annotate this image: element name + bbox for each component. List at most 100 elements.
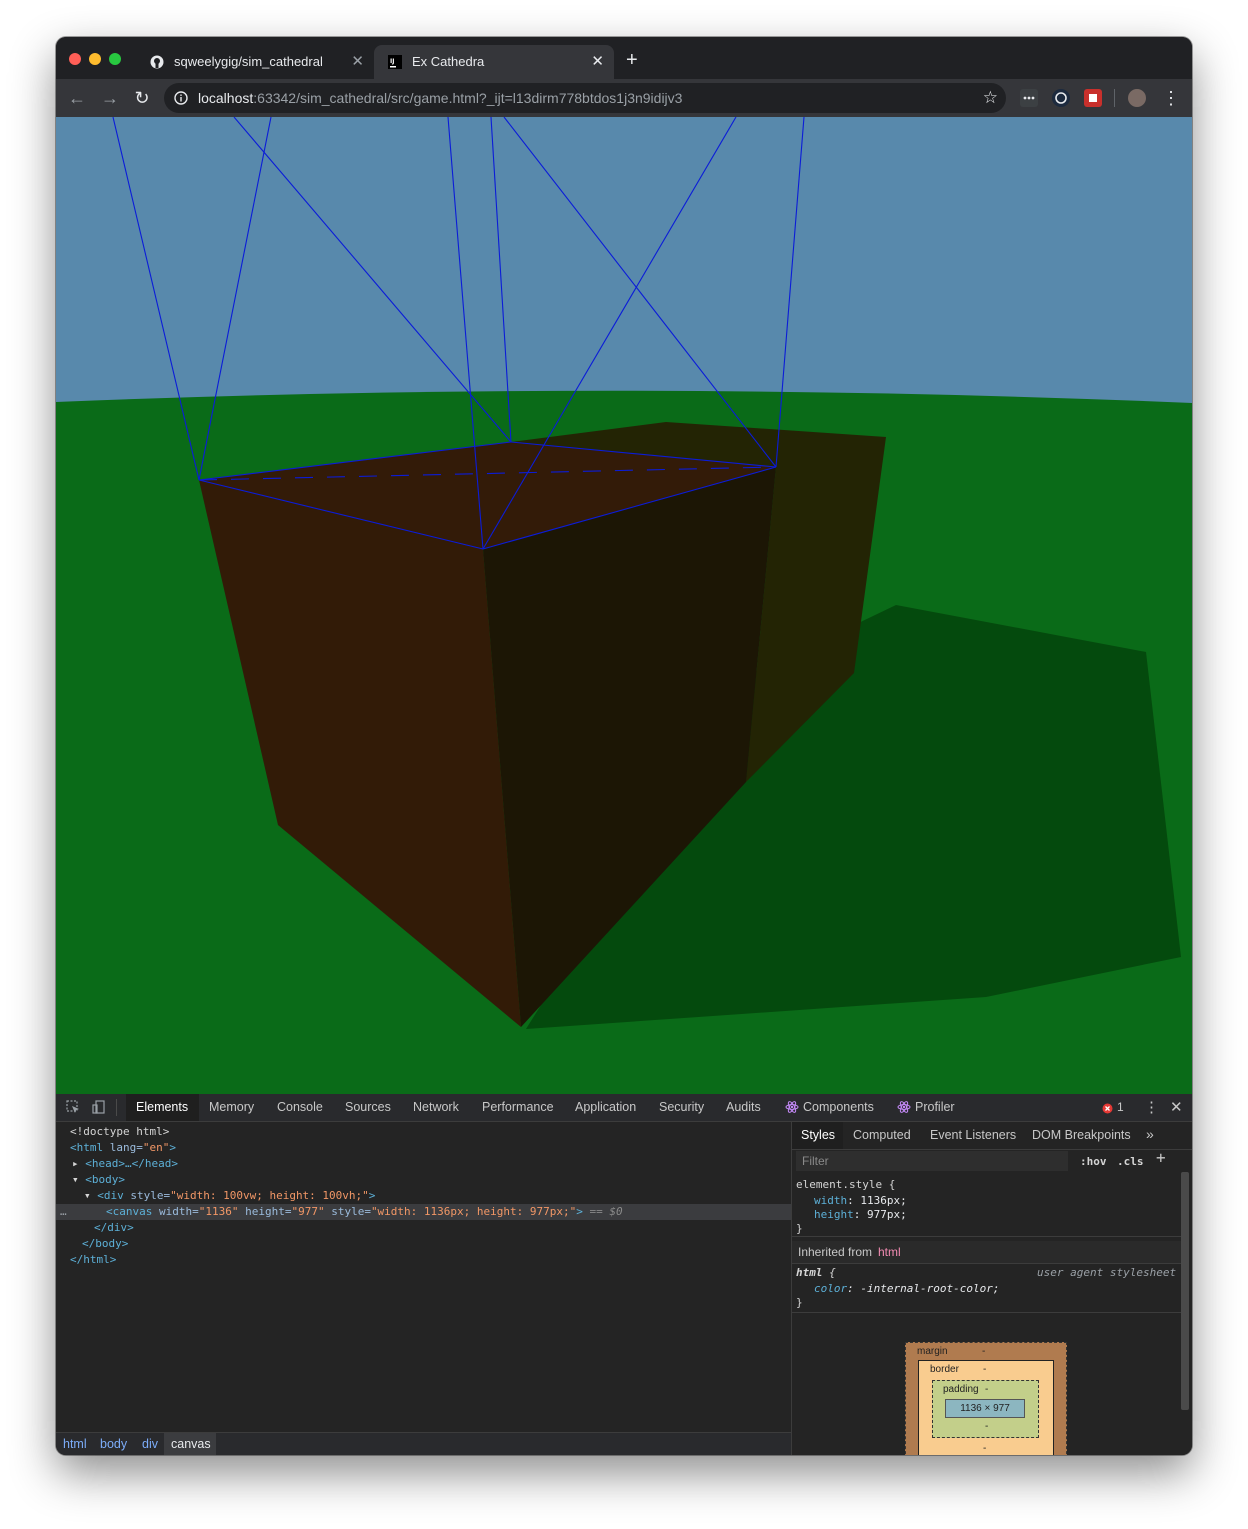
close-brace: } <box>796 1222 803 1235</box>
tab-close-icon[interactable]: ✕ <box>591 52 604 70</box>
dom-html-close[interactable]: </html> <box>70 1252 116 1268</box>
add-rule-icon[interactable]: + <box>1156 1150 1166 1166</box>
styles-filter-input[interactable]: Filter <box>796 1151 1068 1171</box>
tab-performance[interactable]: Performance <box>482 1100 554 1114</box>
game-canvas[interactable] <box>56 117 1192 1094</box>
inherited-from-header: Inherited from html <box>792 1241 1182 1263</box>
devtools-close-icon[interactable]: ✕ <box>1170 1098 1183 1116</box>
tab-title: Ex Cathedra <box>412 54 485 69</box>
style-declaration[interactable]: width: 1136px; <box>814 1194 907 1208</box>
tab-audits[interactable]: Audits <box>726 1100 761 1114</box>
tab-event-listeners[interactable]: Event Listeners <box>930 1128 1016 1142</box>
tab-application[interactable]: Application <box>575 1100 636 1114</box>
elements-tree: <!doctype html> <html lang="en"> ▸ <head… <box>56 1122 791 1432</box>
html-rule-selector: html { <box>796 1266 836 1279</box>
styles-pane: Styles Computed Event Listeners DOM Brea… <box>791 1122 1192 1455</box>
rule-source: user agent stylesheet <box>1037 1266 1177 1279</box>
react-icon <box>785 1100 799 1119</box>
tab-console[interactable]: Console <box>277 1100 323 1114</box>
dom-div[interactable]: ▾ <div style="width: 100vw; height: 100v… <box>84 1188 375 1204</box>
collapse-arrow-icon[interactable]: ▾ <box>84 1189 97 1202</box>
tab-profiler[interactable]: Profiler <box>915 1100 955 1114</box>
close-window-button[interactable] <box>69 53 81 65</box>
styles-scrollbar[interactable] <box>1181 1172 1189 1410</box>
extension-icon[interactable] <box>1052 89 1070 107</box>
collapse-arrow-icon[interactable]: ▾ <box>72 1173 85 1186</box>
crumb-body[interactable]: body <box>100 1437 127 1451</box>
tab-styles[interactable]: Styles <box>801 1128 835 1142</box>
box-model-border[interactable]: border - padding - 1136 × 977 - - <box>918 1360 1054 1455</box>
dom-head[interactable]: ▸ <head>…</head> <box>72 1156 178 1172</box>
tab-title: sqweelygig/sim_cathedral <box>174 54 323 69</box>
bookmark-star-icon[interactable]: ☆ <box>983 88 998 108</box>
tab-strip: sqweelygig/sim_cathedral ✕ IJ Ex Cathedr… <box>56 37 1192 79</box>
react-icon <box>897 1100 911 1119</box>
inspect-element-icon[interactable] <box>66 1100 80 1119</box>
more-tabs-icon[interactable]: » <box>1146 1126 1154 1142</box>
device-toolbar-icon[interactable] <box>92 1100 106 1119</box>
intellij-icon: IJ <box>388 55 402 69</box>
address-bar[interactable]: localhost:63342/sim_cathedral/src/game.h… <box>164 83 1006 113</box>
error-icon[interactable] <box>1102 1101 1113 1119</box>
tab-dom-breakpoints[interactable]: DOM Breakpoints <box>1032 1128 1131 1142</box>
maximize-window-button[interactable] <box>109 53 121 65</box>
row-ellipsis[interactable]: … <box>60 1204 67 1220</box>
devtools-tab-bar: Elements Memory Console Sources Network … <box>56 1094 1192 1122</box>
dom-canvas[interactable]: <canvas width="1136" height="977" style=… <box>106 1204 623 1220</box>
element-style-selector: element.style { <box>796 1178 896 1191</box>
browser-toolbar: ← → ↻ localhost:63342/sim_cathedral/src/… <box>56 79 1192 117</box>
url-text: localhost:63342/sim_cathedral/src/game.h… <box>198 90 682 106</box>
back-icon[interactable]: ← <box>66 87 88 109</box>
box-model-margin[interactable]: margin - border - padding - 1136 × 977 -… <box>905 1342 1067 1455</box>
github-icon <box>150 55 164 69</box>
minimize-window-button[interactable] <box>89 53 101 65</box>
tab-security[interactable]: Security <box>659 1100 704 1114</box>
extension-red-icon[interactable] <box>1084 89 1102 107</box>
forward-icon[interactable]: → <box>99 87 121 109</box>
expand-arrow-icon[interactable]: ▸ <box>72 1157 85 1170</box>
avatar[interactable] <box>1128 89 1146 107</box>
dom-div-close[interactable]: </div> <box>94 1220 134 1236</box>
tab-memory[interactable]: Memory <box>209 1100 254 1114</box>
divider <box>792 1263 1182 1264</box>
dom-html[interactable]: <html lang="en"> <box>70 1140 176 1156</box>
url-path: :63342/sim_cathedral/src/game.html?_ijt=… <box>253 90 683 106</box>
crumb-div[interactable]: div <box>142 1437 158 1451</box>
crumb-canvas[interactable]: canvas <box>171 1437 211 1451</box>
crumb-html[interactable]: html <box>63 1437 87 1451</box>
reload-icon[interactable]: ↻ <box>131 87 153 109</box>
breadcrumb: html body div canvas <box>56 1432 791 1455</box>
tab-divider <box>116 1099 117 1116</box>
dom-body-close[interactable]: </body> <box>82 1236 128 1252</box>
error-count[interactable]: 1 <box>1117 1100 1124 1114</box>
dom-body[interactable]: ▾ <body> <box>72 1172 125 1188</box>
divider <box>792 1236 1182 1237</box>
url-host: localhost <box>198 90 254 106</box>
hov-toggle[interactable]: :hov <box>1080 1155 1107 1169</box>
box-model-padding[interactable]: padding - 1136 × 977 - <box>932 1380 1039 1438</box>
tab-elements[interactable]: Elements <box>136 1100 188 1114</box>
style-declaration[interactable]: height: 977px; <box>814 1208 907 1222</box>
tab-network[interactable]: Network <box>413 1100 459 1114</box>
devtools-menu-icon[interactable]: ⋮ <box>1144 1098 1159 1116</box>
cls-toggle[interactable]: .cls <box>1117 1155 1144 1169</box>
box-model-content[interactable]: 1136 × 977 <box>945 1399 1025 1418</box>
tab-computed[interactable]: Computed <box>853 1128 911 1142</box>
svg-text:IJ: IJ <box>390 58 394 65</box>
tab-sources[interactable]: Sources <box>345 1100 391 1114</box>
scene-svg <box>56 117 1192 1094</box>
toolbar-divider <box>1114 89 1115 107</box>
info-icon[interactable] <box>174 91 188 105</box>
tab-close-icon[interactable]: ✕ <box>351 52 364 70</box>
dom-doctype[interactable]: <!doctype html> <box>70 1124 169 1140</box>
devtools-panel: Elements Memory Console Sources Network … <box>56 1094 1192 1455</box>
close-brace: } <box>796 1296 803 1309</box>
tab-github[interactable]: sqweelygig/sim_cathedral ✕ <box>136 45 374 79</box>
new-tab-icon[interactable]: + <box>626 50 638 70</box>
inherited-link[interactable]: html <box>878 1245 901 1259</box>
tab-components[interactable]: Components <box>803 1100 874 1114</box>
tab-ex-cathedra[interactable]: IJ Ex Cathedra ✕ <box>374 45 614 79</box>
extension-dots-icon[interactable] <box>1020 89 1038 107</box>
divider <box>792 1312 1182 1313</box>
menu-kebab-icon[interactable]: ⋮ <box>1160 87 1182 109</box>
